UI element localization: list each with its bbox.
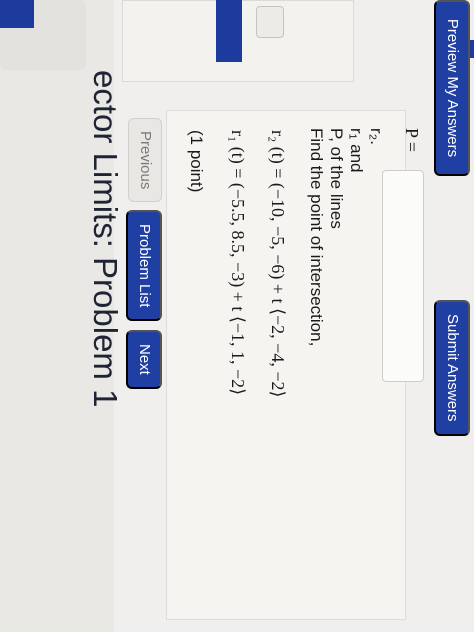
problem-list-button[interactable]: Problem List: [126, 210, 162, 322]
side-blue-button[interactable]: [216, 0, 242, 62]
points-label: (1 point): [187, 130, 206, 193]
question-text-3: r₁ and: [347, 128, 366, 173]
answer-input[interactable]: [382, 170, 424, 382]
question-text-2: P, of the lines: [327, 128, 346, 229]
question-text-1: Find the point of intersection,: [307, 128, 326, 347]
line-r2-equation: r₂ (t) = (−10, −5, −6) + t ⟨−2, −4, −2⟩: [268, 130, 288, 398]
submit-answers-button[interactable]: Submit Answers: [434, 300, 470, 436]
previous-button[interactable]: Previous: [128, 118, 162, 203]
answer-label: P =: [402, 128, 422, 152]
side-input[interactable]: [256, 6, 284, 38]
preview-answers-button[interactable]: Preview My Answers: [434, 0, 470, 176]
page-canvas: ector Limits: Problem 1 Previous Problem…: [0, 0, 474, 632]
question-text-4: r₂.: [367, 128, 386, 145]
line-r1-equation: r₁ (t) = (−5.5, 8.5, −3) + t ⟨−1, 1, −2⟩: [228, 130, 248, 396]
page-title: ector Limits: Problem 1: [87, 70, 124, 408]
side-tab[interactable]: [0, 0, 34, 28]
next-button[interactable]: Next: [126, 330, 162, 389]
